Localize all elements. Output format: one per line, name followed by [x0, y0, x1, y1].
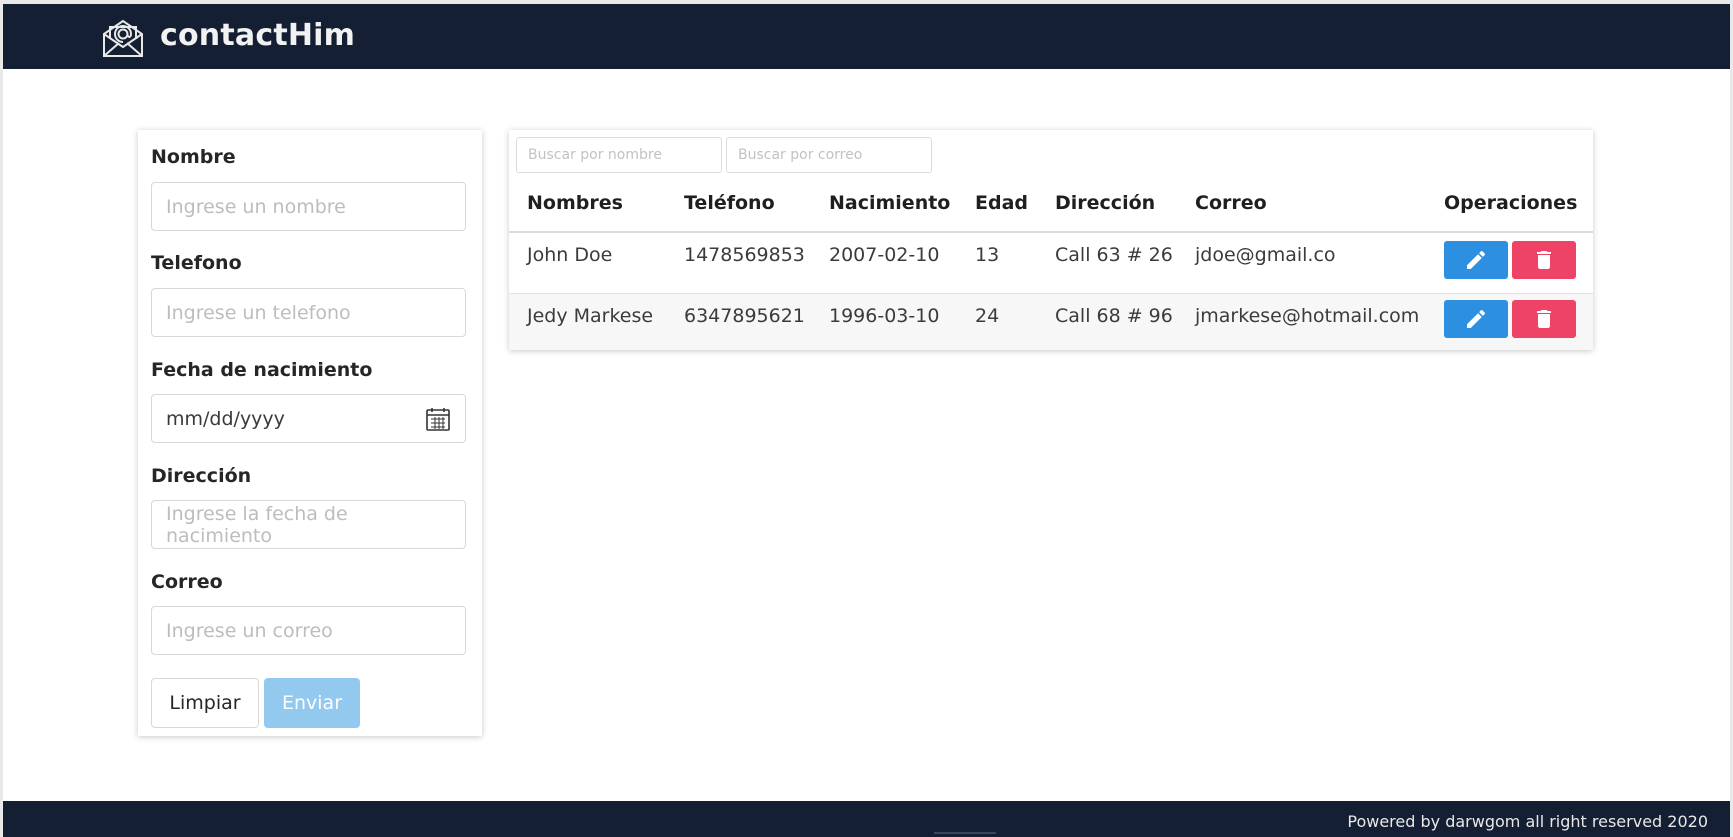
- cell-address: Call 68 # 96: [1055, 305, 1173, 327]
- cell-birthdate: 2007-02-10: [829, 244, 940, 266]
- footer-divider: [934, 832, 996, 834]
- name-input[interactable]: Ingrese un nombre: [151, 182, 466, 231]
- email-label: Correo: [151, 571, 223, 593]
- birthdate-label: Fecha de nacimiento: [151, 359, 373, 381]
- column-header-birthdate: Nacimiento: [829, 192, 951, 214]
- contacts-table: Buscar por nombre Buscar por correo Nomb…: [509, 130, 1593, 350]
- pencil-icon: [1467, 250, 1486, 269]
- column-header-email: Correo: [1195, 192, 1267, 214]
- footer-text: Powered by darwgom all right reserved 20…: [1347, 812, 1708, 831]
- name-label: Nombre: [151, 146, 236, 168]
- address-input[interactable]: Ingrese la fecha de nacimiento: [151, 500, 466, 549]
- trash-icon: [1537, 251, 1551, 269]
- table-row: [509, 294, 1593, 350]
- cell-name: John Doe: [527, 244, 613, 266]
- email-input[interactable]: Ingrese un correo: [151, 606, 466, 655]
- delete-button[interactable]: [1512, 241, 1576, 279]
- delete-button[interactable]: [1512, 300, 1576, 338]
- send-button[interactable]: Enviar: [264, 678, 360, 728]
- cell-age: 24: [975, 305, 1000, 327]
- footer: Powered by darwgom all right reserved 20…: [3, 801, 1730, 837]
- cell-email: jdoe@gmail.co: [1195, 244, 1336, 266]
- clear-button[interactable]: Limpiar: [151, 678, 259, 728]
- column-header-phone: Teléfono: [684, 192, 775, 214]
- contact-form: Nombre Ingrese un nombre Telefono Ingres…: [138, 130, 482, 736]
- column-header-operations: Operaciones: [1444, 192, 1578, 214]
- edit-button[interactable]: [1444, 300, 1508, 338]
- cell-phone: 1478569853: [684, 244, 805, 266]
- app-window: contactHim Nombre Ingrese un nombre Tele…: [3, 4, 1730, 837]
- cell-email: jmarkese@hotmail.com: [1195, 305, 1420, 327]
- calendar-icon[interactable]: [425, 406, 451, 432]
- phone-label: Telefono: [151, 252, 242, 274]
- cell-address: Call 63 # 26: [1055, 244, 1173, 266]
- search-by-name-input[interactable]: Buscar por nombre: [516, 137, 722, 173]
- column-header-address: Dirección: [1055, 192, 1156, 214]
- cell-name: Jedy Markese: [527, 305, 654, 327]
- birthdate-value: mm/dd/yyyy: [166, 407, 285, 430]
- column-header-names: Nombres: [527, 192, 623, 214]
- trash-icon: [1537, 310, 1551, 328]
- address-label: Dirección: [151, 465, 252, 487]
- cell-birthdate: 1996-03-10: [829, 305, 940, 327]
- birthdate-input[interactable]: mm/dd/yyyy: [151, 394, 466, 443]
- envelope-icon: [103, 19, 143, 57]
- navbar: contactHim: [3, 4, 1730, 69]
- pencil-icon: [1467, 309, 1486, 328]
- app-title: contactHim: [160, 18, 356, 53]
- edit-button[interactable]: [1444, 241, 1508, 279]
- cell-age: 13: [975, 244, 1000, 266]
- cell-phone: 6347895621: [684, 305, 805, 327]
- table-row: [509, 233, 1593, 293]
- phone-input[interactable]: Ingrese un telefono: [151, 288, 466, 337]
- search-by-email-input[interactable]: Buscar por correo: [726, 137, 932, 173]
- column-header-age: Edad: [975, 192, 1029, 214]
